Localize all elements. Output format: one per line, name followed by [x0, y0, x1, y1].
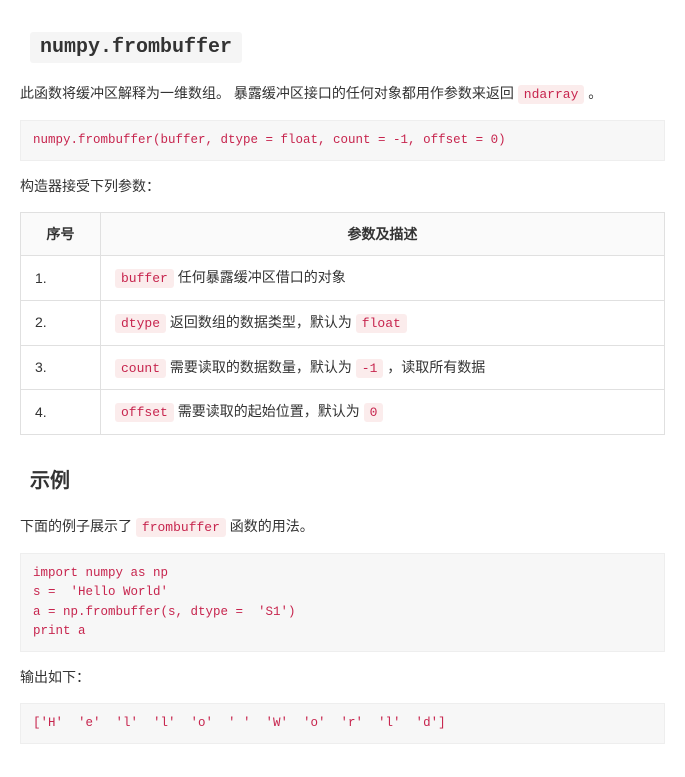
- col-index-header: 序号: [21, 212, 101, 255]
- param-default-code: float: [356, 314, 407, 333]
- table-row: 3.count 需要读取的数据数量，默认为 -1 ，读取所有数据: [21, 345, 665, 390]
- param-desc-text: 需要读取的起始位置，默认为: [174, 403, 364, 419]
- function-heading: numpy.frombuffer: [30, 30, 665, 64]
- example-intro-pre: 下面的例子展示了: [20, 518, 136, 534]
- params-intro: 构造器接受下列参数：: [20, 175, 665, 197]
- heading-code: numpy.frombuffer: [30, 32, 242, 63]
- intro-text-post: 。: [588, 85, 602, 101]
- table-row: 4.offset 需要读取的起始位置，默认为 0: [21, 390, 665, 435]
- row-index: 4.: [21, 390, 101, 435]
- signature-code: numpy.frombuffer(buffer, dtype = float, …: [20, 120, 665, 161]
- param-desc-text: 返回数组的数据类型，默认为: [166, 314, 356, 330]
- frombuffer-code: frombuffer: [136, 518, 226, 537]
- table-header-row: 序号 参数及描述: [21, 212, 665, 255]
- param-name-code: dtype: [115, 314, 166, 333]
- param-default-code: -1: [356, 359, 384, 378]
- output-label: 输出如下：: [20, 666, 665, 688]
- param-tail-text: ，读取所有数据: [383, 359, 485, 375]
- param-name-code: offset: [115, 403, 174, 422]
- intro-paragraph: 此函数将缓冲区解释为一维数组。 暴露缓冲区接口的任何对象都用作参数来返回 nda…: [20, 82, 665, 106]
- intro-text-pre: 此函数将缓冲区解释为一维数组。 暴露缓冲区接口的任何对象都用作参数来返回: [20, 85, 518, 101]
- param-desc-text: 任何暴露缓冲区借口的对象: [174, 269, 346, 285]
- param-name-code: count: [115, 359, 166, 378]
- table-row: 1.buffer 任何暴露缓冲区借口的对象: [21, 255, 665, 300]
- example-heading: 示例: [30, 465, 665, 497]
- row-index: 3.: [21, 345, 101, 390]
- row-desc: buffer 任何暴露缓冲区借口的对象: [101, 255, 665, 300]
- col-desc-header: 参数及描述: [101, 212, 665, 255]
- row-desc: dtype 返回数组的数据类型，默认为 float: [101, 300, 665, 345]
- param-name-code: buffer: [115, 269, 174, 288]
- example-intro-post: 函数的用法。: [230, 518, 314, 534]
- output-code-block: ['H' 'e' 'l' 'l' 'o' ' ' 'W' 'o' 'r' 'l'…: [20, 703, 665, 744]
- example-intro: 下面的例子展示了 frombuffer 函数的用法。: [20, 515, 665, 539]
- row-desc: count 需要读取的数据数量，默认为 -1 ，读取所有数据: [101, 345, 665, 390]
- row-desc: offset 需要读取的起始位置，默认为 0: [101, 390, 665, 435]
- param-desc-text: 需要读取的数据数量，默认为: [166, 359, 356, 375]
- row-index: 2.: [21, 300, 101, 345]
- param-default-code: 0: [364, 403, 384, 422]
- example-code-block: import numpy as np s = 'Hello World' a =…: [20, 553, 665, 653]
- params-table: 序号 参数及描述 1.buffer 任何暴露缓冲区借口的对象2.dtype 返回…: [20, 212, 665, 436]
- table-row: 2.dtype 返回数组的数据类型，默认为 float: [21, 300, 665, 345]
- ndarray-code: ndarray: [518, 85, 585, 104]
- row-index: 1.: [21, 255, 101, 300]
